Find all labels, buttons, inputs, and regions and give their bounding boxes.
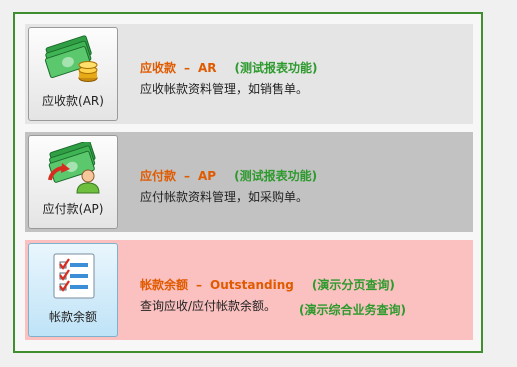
panel-outstanding: 帐款余额 帐款余额 – Outstanding (演示分页查询) 查询应收/应付帐款余… bbox=[25, 240, 473, 340]
outstanding-button-label: 帐款余额 bbox=[48, 310, 97, 324]
outstanding-title: 帐款余额 – Outstanding (演示分页查询) bbox=[140, 276, 395, 293]
ap-title: 应付款 – AP (测试报表功能) bbox=[140, 167, 317, 184]
outstanding-title-name: 帐款余额 bbox=[140, 278, 189, 292]
panel-ap: 应付款(AP) 应付款 – AP (测试报表功能) 应付帐款资料管理，如采购单。 bbox=[25, 132, 473, 232]
ap-button[interactable]: 应付款(AP) bbox=[28, 135, 118, 229]
ar-title: 应收款 – AR (测试报表功能) bbox=[140, 59, 318, 76]
outstanding-button[interactable]: 帐款余额 bbox=[28, 243, 118, 337]
ar-button-label: 应收款(AR) bbox=[42, 94, 104, 108]
paged-query-demo-link[interactable]: (演示分页查询) bbox=[294, 278, 395, 292]
ar-title-dash: – bbox=[184, 61, 191, 75]
outstanding-description: 查询应收/应付帐款余额。 bbox=[140, 299, 277, 313]
combined-query-demo-link[interactable]: (演示综合业务查询) bbox=[299, 301, 406, 318]
outstanding-title-code: Outstanding bbox=[210, 278, 294, 292]
ar-test-report-link[interactable]: (测试报表功能) bbox=[217, 61, 318, 75]
ap-title-dash: – bbox=[184, 169, 191, 183]
ar-button[interactable]: 应收款(AR) bbox=[28, 27, 118, 121]
checklist-icon bbox=[53, 253, 95, 299]
money-coins-icon bbox=[44, 35, 98, 82]
ar-title-code: AR bbox=[198, 61, 217, 75]
money-person-icon bbox=[48, 142, 100, 194]
ap-test-report-link[interactable]: (测试报表功能) bbox=[216, 169, 317, 183]
ap-title-name: 应付款 bbox=[140, 169, 177, 183]
ap-button-label: 应付款(AP) bbox=[42, 202, 104, 216]
ap-title-code: AP bbox=[198, 169, 217, 183]
ar-title-name: 应收款 bbox=[140, 61, 177, 75]
panel-ar: 应收款(AR) 应收款 – AR (测试报表功能) 应收帐款资料管理，如销售单。 bbox=[25, 24, 473, 124]
modules-frame: 应收款(AR) 应收款 – AR (测试报表功能) 应收帐款资料管理，如销售单。 应付… bbox=[13, 12, 483, 353]
ap-description: 应付帐款资料管理，如采购单。 bbox=[140, 190, 309, 204]
ar-description: 应收帐款资料管理，如销售单。 bbox=[140, 82, 309, 96]
outstanding-title-dash: – bbox=[196, 278, 203, 292]
